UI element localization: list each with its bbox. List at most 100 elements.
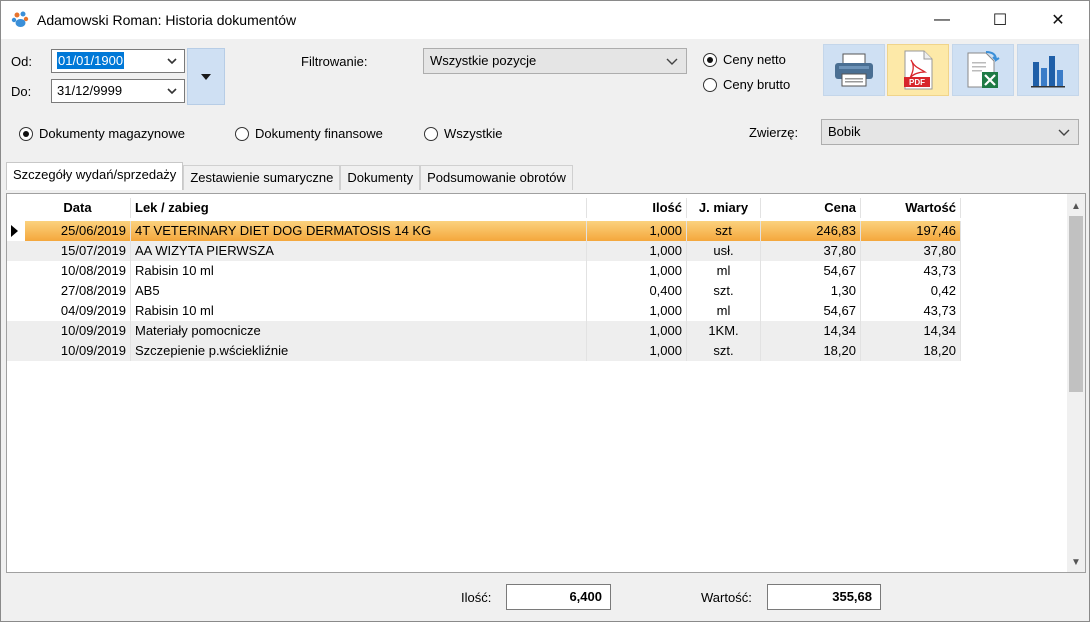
radio-net-prices[interactable]: Ceny netto	[703, 52, 786, 67]
date-to-picker[interactable]: 31/12/9999	[51, 79, 185, 103]
cell-item: Rabisin 10 ml	[131, 301, 587, 321]
cell-item: Rabisin 10 ml	[131, 261, 587, 281]
cell-price: 18,20	[761, 341, 861, 361]
table-row[interactable]: 25/06/2019 4T VETERINARY DIET DOG DERMATO…	[7, 221, 961, 241]
pdf-export-button[interactable]: PDF	[887, 44, 949, 96]
cell-unit: szt	[687, 221, 761, 241]
scroll-down-icon[interactable]: ▼	[1067, 554, 1085, 572]
tab-turnover-summary[interactable]: Podsumowanie obrotów	[420, 165, 573, 190]
cell-price: 54,67	[761, 301, 861, 321]
minimize-button[interactable]: —	[919, 1, 965, 39]
maximize-icon: ☐	[992, 12, 1008, 29]
radio-doc-financial[interactable]: Dokumenty finansowe	[235, 126, 383, 141]
radio-doc-warehouse[interactable]: Dokumenty magazynowe	[19, 126, 185, 141]
table-row[interactable]: 04/09/2019 Rabisin 10 ml 1,000 ml 54,67 43,73	[7, 301, 961, 321]
window-title: Adamowski Roman: Historia dokumentów	[37, 12, 297, 28]
column-header-unit[interactable]: J. miary	[687, 198, 761, 218]
cell-qty: 1,000	[587, 221, 687, 241]
date-to-label: Do:	[11, 84, 32, 99]
chevron-down-icon[interactable]	[166, 80, 178, 110]
column-header-date[interactable]: Data	[25, 198, 131, 218]
table-row[interactable]: 10/08/2019 Rabisin 10 ml 1,000 ml 54,67 43,73	[7, 261, 961, 281]
cell-qty: 1,000	[587, 241, 687, 261]
scroll-up-icon[interactable]: ▲	[1067, 198, 1085, 216]
cell-unit: usł.	[687, 241, 761, 261]
table-row[interactable]: 15/07/2019 AA WIZYTA PIERWSZA 1,000 usł. 37,…	[7, 241, 961, 261]
print-button[interactable]	[823, 44, 885, 96]
date-from-picker[interactable]: 01/01/1900	[51, 49, 185, 73]
tab-sales-details[interactable]: Szczegóły wydań/sprzedaży	[6, 162, 184, 190]
cell-item: AB5	[131, 281, 587, 301]
row-indicator	[7, 301, 25, 321]
animal-select[interactable]: Bobik	[821, 119, 1079, 145]
cell-qty: 0,400	[587, 281, 687, 301]
cell-price: 1,30	[761, 281, 861, 301]
chevron-down-icon	[1058, 120, 1070, 152]
cell-item: Materiały pomocnicze	[131, 321, 587, 341]
radio-net-label: Ceny netto	[723, 52, 786, 67]
cell-qty: 1,000	[587, 341, 687, 361]
printer-icon	[835, 53, 873, 87]
chart-button[interactable]	[1017, 44, 1079, 96]
paw-app-icon	[11, 11, 29, 27]
cell-price: 246,83	[761, 221, 861, 241]
radio-doc-all-label: Wszystkie	[444, 126, 503, 141]
radio-gross-prices[interactable]: Ceny brutto	[703, 77, 790, 92]
table-row[interactable]: 27/08/2019 AB5 0,400 szt. 1,30 0,42	[7, 281, 961, 301]
row-indicator	[7, 321, 25, 341]
filter-value: Wszystkie pozycje	[430, 53, 537, 68]
cell-price: 54,67	[761, 261, 861, 281]
cell-date: 10/09/2019	[25, 341, 131, 361]
current-row-arrow-icon	[11, 225, 18, 237]
scroll-thumb[interactable]	[1069, 216, 1083, 392]
animal-label: Zwierzę:	[749, 125, 799, 140]
row-indicator	[7, 241, 25, 261]
date-from-label: Od:	[11, 54, 32, 69]
cell-price: 37,80	[761, 241, 861, 261]
filter-select[interactable]: Wszystkie pozycje	[423, 48, 687, 74]
table-row[interactable]: 10/09/2019 Szczepienie p.wściekliźnie 1,00…	[7, 341, 961, 361]
header-indicator	[7, 198, 25, 218]
tab-summary[interactable]: Zestawienie sumaryczne	[183, 165, 341, 190]
radio-doc-financial-label: Dokumenty finansowe	[255, 126, 383, 141]
cell-date: 04/09/2019	[25, 301, 131, 321]
cell-unit: ml	[687, 261, 761, 281]
vertical-scrollbar[interactable]: ▲ ▼	[1067, 194, 1085, 572]
cell-value: 37,80	[861, 241, 961, 261]
radio-dot	[424, 126, 438, 141]
date-range-menu-button[interactable]	[187, 48, 225, 105]
column-header-qty[interactable]: Ilość	[587, 198, 687, 218]
cell-unit: szt.	[687, 281, 761, 301]
row-indicator	[7, 341, 25, 361]
history-window: Adamowski Roman: Historia dokumentów — ☐…	[0, 0, 1090, 622]
cell-value: 14,34	[861, 321, 961, 341]
animal-value: Bobik	[828, 124, 861, 139]
cell-date: 25/06/2019	[25, 221, 131, 241]
column-header-price[interactable]: Cena	[761, 198, 861, 218]
cell-unit: ml	[687, 301, 761, 321]
total-qty-field: 6,400	[506, 584, 611, 610]
chevron-down-icon[interactable]	[166, 50, 178, 80]
column-header-value[interactable]: Wartość	[861, 198, 961, 218]
column-header-item[interactable]: Lek / zabieg	[131, 198, 587, 218]
cell-price: 14,34	[761, 321, 861, 341]
maximize-button[interactable]: ☐	[977, 1, 1023, 39]
cell-item: Szczepienie p.wściekliźnie	[131, 341, 587, 361]
chevron-down-icon	[666, 49, 678, 81]
cell-item: 4T VETERINARY DIET DOG DERMATOSIS 14 KG	[131, 221, 587, 241]
excel-export-button[interactable]	[952, 44, 1014, 96]
close-icon: ✕	[1051, 12, 1065, 29]
cell-date: 10/08/2019	[25, 261, 131, 281]
total-value-label: Wartość:	[701, 590, 752, 605]
total-value-field: 355,68	[767, 584, 881, 610]
cell-value: 0,42	[861, 281, 961, 301]
tab-strip: Szczegóły wydań/sprzedaży Zestawienie su…	[6, 162, 573, 190]
radio-doc-warehouse-label: Dokumenty magazynowe	[39, 126, 185, 141]
close-button[interactable]: ✕	[1035, 1, 1081, 39]
radio-doc-all[interactable]: Wszystkie	[424, 126, 503, 141]
row-indicator	[7, 261, 25, 281]
table-row[interactable]: 10/09/2019 Materiały pomocnicze 1,000 1KM. 1…	[7, 321, 961, 341]
tab-documents[interactable]: Dokumenty	[340, 165, 421, 190]
cell-date: 10/09/2019	[25, 321, 131, 341]
cell-qty: 1,000	[587, 301, 687, 321]
